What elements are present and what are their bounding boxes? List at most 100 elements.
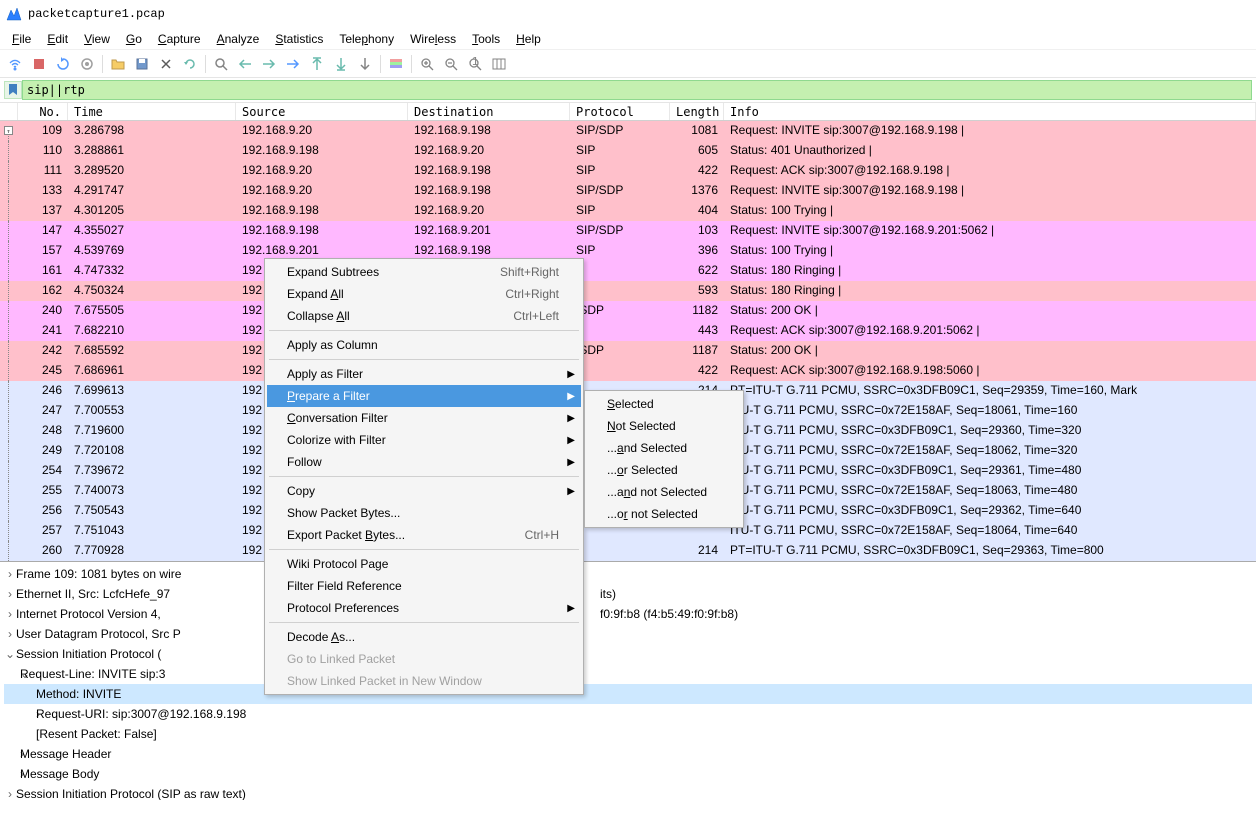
packet-row[interactable]: 2417.682210192443Request: ACK sip:3007@1… <box>0 321 1256 341</box>
menu-capture[interactable]: Capture <box>150 30 209 48</box>
tree-expander-icon[interactable]: ⌄ <box>4 644 16 664</box>
packet-row[interactable]: 1334.291747192.168.9.20192.168.9.198SIP/… <box>0 181 1256 201</box>
menu-item[interactable]: Protocol Preferences▶ <box>267 597 581 619</box>
menu-statistics[interactable]: Statistics <box>267 30 331 48</box>
zoom-out-icon[interactable] <box>440 53 462 75</box>
menu-item[interactable]: ...and not Selected <box>587 481 741 503</box>
detail-row[interactable]: ⌄Request-Line: INVITE sip:3 <box>4 664 1252 684</box>
menu-item[interactable]: Export Packet Bytes...Ctrl+H <box>267 524 581 546</box>
detail-row[interactable]: ›Message Body <box>4 764 1252 784</box>
menu-item[interactable]: Conversation Filter▶ <box>267 407 581 429</box>
col-header-source[interactable]: Source <box>236 103 408 120</box>
detail-row[interactable]: ›Message Header <box>4 744 1252 764</box>
tree-expander-icon[interactable]: › <box>4 744 20 764</box>
detail-row[interactable]: [Resent Packet: False] <box>4 724 1252 744</box>
tree-expander-icon[interactable]: › <box>4 564 16 584</box>
close-file-icon[interactable] <box>155 53 177 75</box>
col-header-length[interactable]: Length <box>670 103 724 120</box>
menu-item[interactable]: Copy▶ <box>267 480 581 502</box>
packet-row[interactable]: 2407.675505192/SDP1182Status: 200 OK | <box>0 301 1256 321</box>
packet-row[interactable]: 1624.750324192593Status: 180 Ringing | <box>0 281 1256 301</box>
detail-row[interactable]: ›Ethernet II, Src: LcfcHefe_97its) <box>4 584 1252 604</box>
detail-row[interactable]: ›User Datagram Protocol, Src P <box>4 624 1252 644</box>
menu-item[interactable]: Apply as Filter▶ <box>267 363 581 385</box>
menu-item[interactable]: Colorize with Filter▶ <box>267 429 581 451</box>
tree-expander-icon[interactable]: › <box>4 704 36 724</box>
detail-row[interactable]: ›Session Initiation Protocol (SIP as raw… <box>4 784 1252 800</box>
autoscroll-icon[interactable] <box>354 53 376 75</box>
menu-item[interactable]: ...and Selected <box>587 437 741 459</box>
packet-row[interactable]: 1474.355027192.168.9.198192.168.9.201SIP… <box>0 221 1256 241</box>
menu-tools[interactable]: Tools <box>464 30 508 48</box>
menu-telephony[interactable]: Telephony <box>331 30 402 48</box>
menu-file[interactable]: File <box>4 30 39 48</box>
open-file-icon[interactable] <box>107 53 129 75</box>
col-header-no[interactable]: No. <box>18 103 68 120</box>
zoom-reset-icon[interactable]: 1 <box>464 53 486 75</box>
detail-row[interactable]: Method: INVITE <box>4 684 1252 704</box>
tree-expander-icon[interactable]: › <box>4 764 20 784</box>
menu-item[interactable]: Not Selected <box>587 415 741 437</box>
tree-expander-icon[interactable]: › <box>4 584 16 604</box>
menu-item[interactable]: Apply as Column <box>267 334 581 356</box>
display-filter-input[interactable] <box>22 80 1252 100</box>
menu-item[interactable]: Filter Field Reference <box>267 575 581 597</box>
filter-bookmark-icon[interactable] <box>4 81 22 99</box>
menu-item[interactable]: Prepare a Filter▶ <box>267 385 581 407</box>
menu-item[interactable]: ...or not Selected <box>587 503 741 525</box>
menu-item[interactable]: Wiki Protocol Page <box>267 553 581 575</box>
find-icon[interactable] <box>210 53 232 75</box>
resize-columns-icon[interactable] <box>488 53 510 75</box>
restart-capture-icon[interactable] <box>52 53 74 75</box>
tree-expander-icon[interactable]: › <box>4 624 16 644</box>
detail-row[interactable]: ›Internet Protocol Version 4,f0:9f:b8 (f… <box>4 604 1252 624</box>
detail-row[interactable]: ⌄Session Initiation Protocol ( <box>4 644 1252 664</box>
goto-packet-icon[interactable] <box>282 53 304 75</box>
menubar: FileEditViewGoCaptureAnalyzeStatisticsTe… <box>0 28 1256 50</box>
start-capture-icon[interactable] <box>4 53 26 75</box>
reload-icon[interactable] <box>179 53 201 75</box>
menu-help[interactable]: Help <box>508 30 549 48</box>
go-forward-icon[interactable] <box>258 53 280 75</box>
tree-expander-icon[interactable]: › <box>4 784 16 800</box>
menu-wireless[interactable]: Wireless <box>402 30 464 48</box>
menu-go[interactable]: Go <box>118 30 150 48</box>
menu-item[interactable]: Decode As... <box>267 626 581 648</box>
menu-item[interactable]: Show Packet Bytes... <box>267 502 581 524</box>
menu-view[interactable]: View <box>76 30 118 48</box>
zoom-in-icon[interactable] <box>416 53 438 75</box>
packet-row[interactable]: 2607.770928192214PT=ITU-T G.711 PCMU, SS… <box>0 541 1256 561</box>
packet-row[interactable]: 1614.747332192622Status: 180 Ringing | <box>0 261 1256 281</box>
menu-item[interactable]: Collapse AllCtrl+Left <box>267 305 581 327</box>
save-file-icon[interactable] <box>131 53 153 75</box>
detail-row[interactable]: ›Request-URI: sip:3007@192.168.9.198 <box>4 704 1252 724</box>
menu-item[interactable]: Expand AllCtrl+Right <box>267 283 581 305</box>
tree-expander-icon[interactable]: ⌄ <box>4 664 20 684</box>
col-header-destination[interactable]: Destination <box>408 103 570 120</box>
col-header-protocol[interactable]: Protocol <box>570 103 670 120</box>
packet-row[interactable]: -1093.286798192.168.9.20192.168.9.198SIP… <box>0 121 1256 141</box>
menu-analyze[interactable]: Analyze <box>209 30 268 48</box>
colorize-icon[interactable] <box>385 53 407 75</box>
menu-edit[interactable]: Edit <box>39 30 76 48</box>
packet-row[interactable]: 1574.539769192.168.9.201192.168.9.198SIP… <box>0 241 1256 261</box>
menu-item[interactable]: Expand SubtreesShift+Right <box>267 261 581 283</box>
packet-row[interactable]: 1103.288861192.168.9.198192.168.9.20SIP6… <box>0 141 1256 161</box>
tree-expander-icon[interactable]: › <box>4 604 16 624</box>
detail-row[interactable]: ›Frame 109: 1081 bytes on wire <box>4 564 1252 584</box>
menu-item[interactable]: ...or Selected <box>587 459 741 481</box>
menu-item[interactable]: Selected <box>587 393 741 415</box>
capture-options-icon[interactable] <box>76 53 98 75</box>
packet-row[interactable]: 1113.289520192.168.9.20192.168.9.198SIP4… <box>0 161 1256 181</box>
col-header-info[interactable]: Info <box>724 103 1256 120</box>
goto-last-icon[interactable] <box>330 53 352 75</box>
packet-row[interactable]: 1374.301205192.168.9.198192.168.9.20SIP4… <box>0 201 1256 221</box>
stop-capture-icon[interactable] <box>28 53 50 75</box>
packet-details[interactable]: ›Frame 109: 1081 bytes on wire›Ethernet … <box>0 562 1256 800</box>
menu-item[interactable]: Follow▶ <box>267 451 581 473</box>
packet-row[interactable]: 2427.685592192/SDP1187Status: 200 OK | <box>0 341 1256 361</box>
packet-row[interactable]: 2457.686961192422Request: ACK sip:3007@1… <box>0 361 1256 381</box>
goto-first-icon[interactable] <box>306 53 328 75</box>
go-back-icon[interactable] <box>234 53 256 75</box>
col-header-time[interactable]: Time <box>68 103 236 120</box>
